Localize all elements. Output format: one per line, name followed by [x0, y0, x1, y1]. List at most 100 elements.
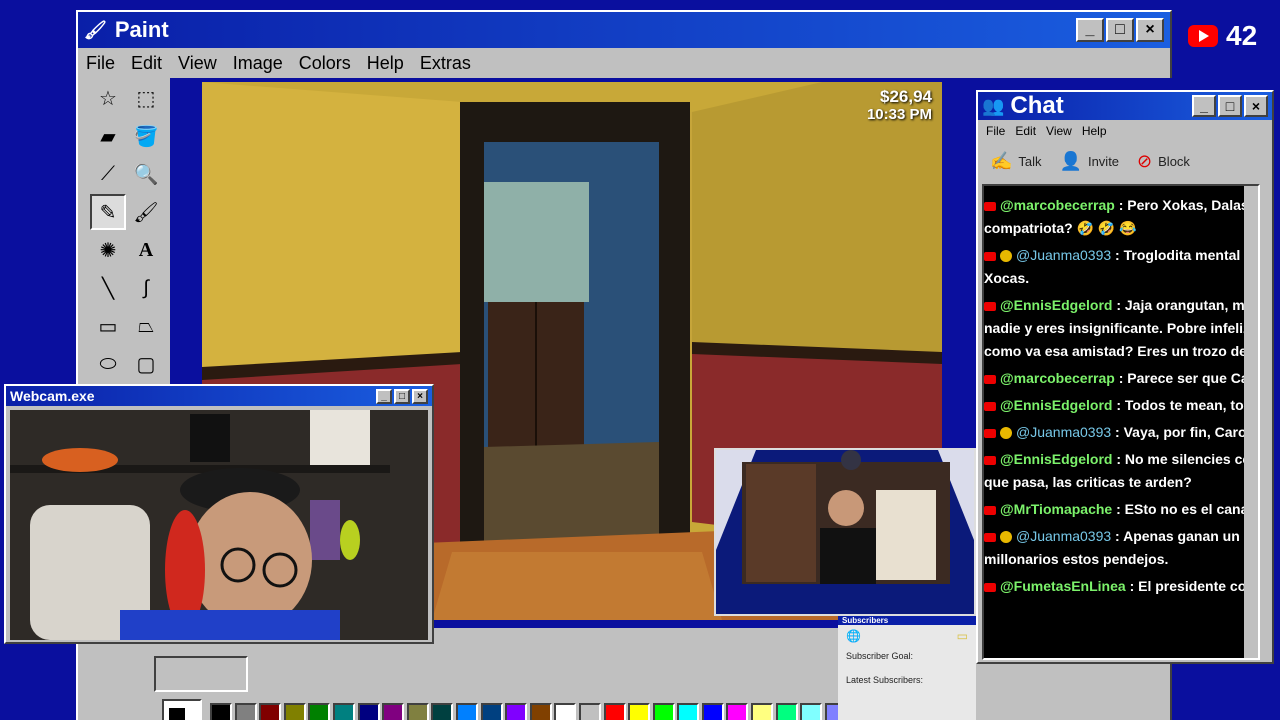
chat-window: 👥 Chat _ □ × File Edit View Help ✍ Talk … — [976, 90, 1274, 664]
chat-close-button[interactable]: × — [1244, 95, 1268, 117]
close-button[interactable]: × — [1136, 18, 1164, 42]
youtube-icon — [1188, 25, 1218, 47]
maximize-button[interactable]: □ — [1106, 18, 1134, 42]
chat-app-icon: 👥 — [982, 95, 1005, 116]
palette-swatch[interactable] — [628, 703, 651, 720]
chat-username[interactable]: @marcobecerrap — [1000, 370, 1115, 386]
palette-swatch[interactable] — [332, 703, 355, 720]
curve-icon[interactable]: ∫ — [128, 270, 164, 306]
chat-scrollbar[interactable] — [1244, 186, 1258, 658]
palette-swatch[interactable] — [357, 703, 380, 720]
webcam-close-button[interactable]: × — [412, 388, 428, 404]
chat-username[interactable]: @Juanma0393 — [1016, 247, 1111, 263]
block-button[interactable]: ⊘ Block — [1137, 151, 1190, 172]
latest-subscribers-label: Latest Subscribers: — [846, 675, 924, 685]
rounded-rect-icon[interactable]: ▢ — [128, 346, 164, 382]
palette-swatch[interactable] — [554, 703, 577, 720]
palette-swatch[interactable] — [701, 703, 724, 720]
chat-menu-edit[interactable]: Edit — [1015, 124, 1036, 138]
palette-swatch[interactable] — [259, 703, 282, 720]
palette-swatch[interactable] — [431, 703, 454, 720]
polygon-icon[interactable]: ⏢ — [128, 308, 164, 344]
palette-swatch[interactable] — [677, 703, 700, 720]
palette-swatch[interactable] — [800, 703, 823, 720]
pencil-icon[interactable]: ✎ — [90, 194, 126, 230]
palette-swatch[interactable] — [406, 703, 429, 720]
palette-swatch[interactable] — [751, 703, 774, 720]
chat-title: Chat — [1010, 92, 1064, 119]
menu-file[interactable]: File — [86, 53, 115, 74]
palette-swatch[interactable] — [210, 703, 232, 720]
chat-username[interactable]: @Juanma0393 — [1016, 528, 1111, 544]
brush-icon[interactable]: 🖌 — [128, 194, 164, 230]
chat-username[interactable]: @EnnisEdgelord — [1000, 451, 1112, 467]
fill-bucket-icon[interactable]: 🪣 — [128, 118, 164, 154]
palette-swatch[interactable] — [455, 703, 478, 720]
ellipse-icon[interactable]: ⬭ — [90, 346, 126, 382]
chat-minimize-button[interactable]: _ — [1192, 95, 1216, 117]
webcam-maximize-button[interactable]: □ — [394, 388, 410, 404]
palette-swatch[interactable] — [652, 703, 675, 720]
chat-menu-view[interactable]: View — [1046, 124, 1072, 138]
chat-message: @EnnisEdgelord : No me silencies como me… — [984, 448, 1258, 494]
text-icon[interactable]: A — [128, 232, 164, 268]
subscribers-widget: Subscribers 🌐 ▭ Subscriber Goal: Latest … — [838, 616, 976, 720]
webcam-titlebar[interactable]: Webcam.exe _ □ × — [6, 386, 432, 406]
chat-text: : ESto no es el canal de Da — [1116, 501, 1258, 517]
paint-titlebar[interactable]: 🖌 Paint _ □ × — [78, 12, 1170, 48]
webcam-minimize-button[interactable]: _ — [376, 388, 392, 404]
chat-menu-file[interactable]: File — [986, 124, 1005, 138]
color-palette — [162, 699, 899, 720]
paint-title: Paint — [114, 17, 169, 42]
chat-username[interactable]: @Juanma0393 — [1016, 424, 1111, 440]
chat-username[interactable]: @MrTiomapache — [1000, 501, 1112, 517]
palette-swatch[interactable] — [578, 703, 601, 720]
chat-message: @marcobecerrap : Pero Xokas, Dalas es Es… — [984, 194, 1258, 240]
palette-swatch[interactable] — [283, 703, 306, 720]
chat-menu-help[interactable]: Help — [1082, 124, 1107, 138]
embedded-video — [714, 448, 976, 616]
menu-image[interactable]: Image — [233, 53, 283, 74]
magnifier-icon[interactable]: 🔍 — [128, 156, 164, 192]
chat-username[interactable]: @marcobecerrap — [1000, 197, 1115, 213]
palette-swatch[interactable] — [480, 703, 503, 720]
palette-swatch[interactable] — [726, 703, 749, 720]
eraser-icon[interactable]: ▰ — [90, 118, 126, 154]
palette-swatch[interactable] — [505, 703, 528, 720]
airbrush-icon[interactable]: ✺ — [90, 232, 126, 268]
chat-username[interactable]: @FumetasEnLinea — [1000, 578, 1126, 594]
color-picker-icon[interactable]: ⟋ — [90, 156, 126, 192]
palette-swatch[interactable] — [529, 703, 552, 720]
menu-help[interactable]: Help — [367, 53, 404, 74]
chat-username[interactable]: @EnnisEdgelord — [1000, 297, 1112, 313]
chat-message: @Juanma0393 : Troglodita mental y atrof … — [984, 244, 1258, 290]
talk-button[interactable]: ✍ Talk — [990, 151, 1042, 172]
palette-swatch[interactable] — [775, 703, 798, 720]
palette-swatch[interactable] — [382, 703, 405, 720]
menu-edit[interactable]: Edit — [131, 53, 162, 74]
rectangle-icon[interactable]: ▭ — [90, 308, 126, 344]
youtube-icon — [984, 301, 996, 311]
subscribers-title: Subscribers — [838, 616, 976, 625]
chat-message-list[interactable]: @marcobecerrap : Pero Xokas, Dalas es Es… — [982, 184, 1260, 660]
youtube-viewer-counter: 42 — [1188, 20, 1257, 52]
rect-select-icon[interactable]: ⬚ — [128, 80, 164, 116]
chat-titlebar[interactable]: 👥 Chat _ □ × — [978, 92, 1272, 120]
palette-swatch[interactable] — [603, 703, 626, 720]
palette-swatch[interactable] — [234, 703, 257, 720]
menu-view[interactable]: View — [178, 53, 217, 74]
menu-colors[interactable]: Colors — [299, 53, 351, 74]
chat-menubar: File Edit View Help — [978, 120, 1272, 142]
minimize-button[interactable]: _ — [1076, 18, 1104, 42]
chat-text: : El presidente con gorra — [1129, 578, 1258, 594]
current-colors[interactable] — [162, 699, 202, 720]
menu-extras[interactable]: Extras — [420, 53, 471, 74]
invite-button[interactable]: 👤 Invite — [1060, 151, 1120, 172]
chat-username[interactable]: @EnnisEdgelord — [1000, 397, 1112, 413]
free-select-icon[interactable]: ☆ — [90, 80, 126, 116]
member-badge-icon — [1000, 250, 1012, 263]
line-icon[interactable]: ╲ — [90, 270, 126, 306]
chat-maximize-button[interactable]: □ — [1218, 95, 1242, 117]
subscriber-goal-row: 🌐 ▭ — [838, 625, 976, 647]
palette-swatch[interactable] — [308, 703, 331, 720]
